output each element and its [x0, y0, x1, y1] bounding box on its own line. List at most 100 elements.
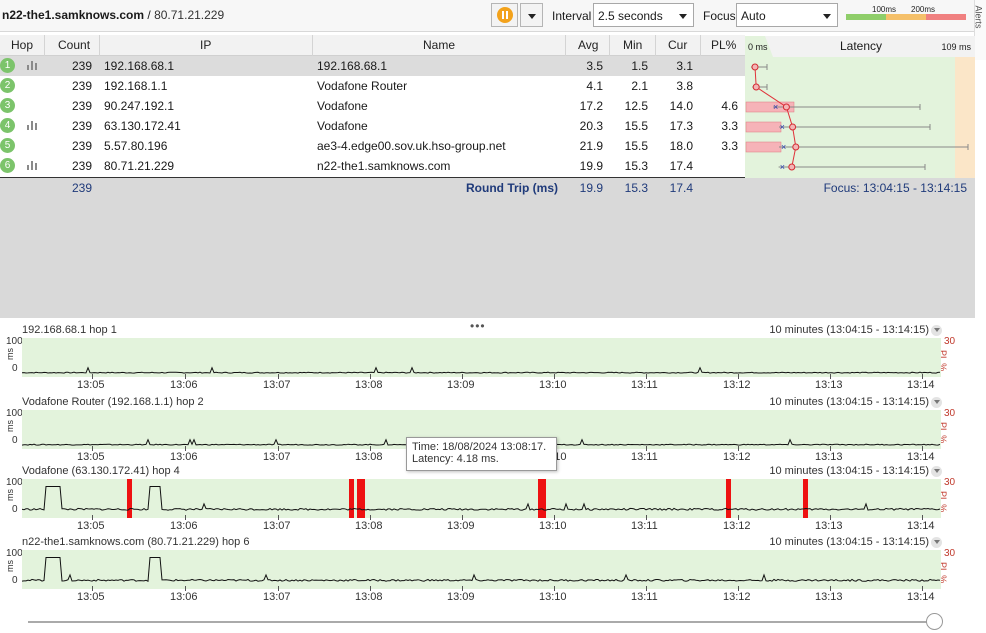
chart-plot-svg	[22, 479, 941, 518]
name-cell: 192.168.68.1	[317, 59, 388, 73]
latency-current-mark: ×	[780, 162, 785, 172]
name-cell: Vodafone	[317, 119, 368, 133]
chart-collapse-icon[interactable]	[931, 325, 942, 336]
legend-good	[846, 14, 886, 20]
latency-current-mark: ×	[781, 142, 786, 152]
chart-plot-area[interactable]	[22, 338, 941, 377]
chart-collapse-icon[interactable]	[931, 466, 942, 477]
col-ip[interactable]: IP	[200, 38, 211, 52]
x-axis-label: 13:09	[447, 520, 475, 532]
chart-plot-area[interactable]	[22, 550, 941, 589]
chart-title: Vodafone Router (192.168.1.1) hop 2	[22, 396, 204, 408]
min-cell: 15.5	[624, 119, 648, 133]
min-cell: 12.5	[624, 99, 648, 113]
rt-focus: Focus: 13:04:15 - 13:14:15	[823, 181, 967, 195]
bar-chart-icon[interactable]	[27, 161, 39, 170]
col-cur[interactable]: Cur	[668, 38, 687, 52]
chart-range: 10 minutes (13:04:15 - 13:14:15)	[769, 396, 929, 408]
pause-options-button[interactable]	[520, 3, 543, 27]
x-axis-label: 13:05	[77, 520, 105, 532]
table-row[interactable]: 5 239 5.57.80.196 ae3-4.edge00.sov.uk.hso-g…	[0, 136, 745, 156]
pl-axis-max: 30	[944, 548, 956, 559]
table-row[interactable]: 6 239 80.71.21.229 n22-the1.samknows.com 19.…	[0, 156, 745, 176]
interval-select[interactable]: 2.5 seconds	[593, 3, 694, 27]
col-count[interactable]: Count	[58, 38, 90, 52]
name-cell: Vodafone	[317, 99, 368, 113]
alerts-panel-tab[interactable]: Alerts	[974, 0, 986, 60]
x-axis-label: 13:06	[170, 379, 198, 391]
x-axis-label: 13:12	[723, 591, 751, 603]
hop-number-badge: 5	[0, 138, 15, 153]
alerts-label: Alerts	[973, 5, 984, 29]
latency-max-label: 109 ms	[941, 42, 971, 52]
latency-avg-point	[751, 63, 759, 71]
col-latency[interactable]: Latency	[840, 39, 882, 53]
min-cell: 15.5	[624, 139, 648, 153]
x-axis-label: 13:10	[539, 520, 567, 532]
pause-icon	[497, 7, 513, 23]
latency-series-line	[22, 557, 941, 582]
ip-cell: 90.247.192.1	[104, 99, 175, 113]
x-axis-label: 13:06	[170, 591, 198, 603]
toolbar: n22-the1.samknows.com / 80.71.21.229 Int…	[0, 0, 986, 32]
col-divider	[700, 35, 701, 56]
hop-number-badge: 4	[0, 118, 15, 133]
x-axis-label: 13:08	[355, 451, 383, 463]
col-hop[interactable]: Hop	[11, 38, 33, 52]
ip-cell: 192.168.1.1	[104, 79, 168, 93]
x-axis-label: 13:11	[631, 520, 658, 532]
col-divider	[565, 35, 566, 56]
bar-chart-icon[interactable]	[27, 121, 39, 130]
col-divider	[44, 35, 45, 56]
x-axis-label: 13:14	[907, 591, 935, 603]
avg-cell: 21.9	[579, 139, 603, 153]
table-row[interactable]: 4 239 63.130.172.41 Vodafone 20.3 15.5 17.3 3.3	[0, 116, 745, 136]
x-axis-label: 13:09	[447, 591, 475, 603]
latency-avg-point	[782, 103, 790, 111]
x-axis-label: 13:13	[815, 451, 843, 463]
legend-100-label: 100ms	[872, 5, 897, 14]
table-row[interactable]: 2 239 192.168.1.1 Vodafone Router 4.1 2.1 3.8	[0, 76, 745, 96]
y-axis-max: 100	[6, 477, 23, 488]
chart-plot-area[interactable]	[22, 479, 941, 518]
chevron-down-icon	[823, 14, 831, 19]
col-pl[interactable]: PL%	[711, 38, 736, 52]
hop-number-badge: 3	[0, 98, 15, 113]
table-row[interactable]: 1 239 192.168.68.1 192.168.68.1 3.5 1.5 3.1	[0, 56, 745, 76]
chart-collapse-icon[interactable]	[931, 397, 942, 408]
chart-tooltip: Time: 18/08/2024 13:08:17. Latency: 4.18…	[406, 437, 557, 471]
cur-cell: 3.8	[676, 79, 693, 93]
packet-loss-bar	[803, 479, 808, 518]
count-cell: 239	[71, 119, 92, 133]
chart-range: 10 minutes (13:04:15 - 13:14:15)	[769, 536, 929, 548]
y-axis-min: 0	[12, 504, 18, 515]
latency-avg-point	[788, 163, 796, 171]
rt-min: 15.3	[624, 181, 648, 195]
x-axis-label: 13:13	[815, 379, 843, 391]
interval-label: Interval	[552, 9, 592, 23]
y-axis-max: 100	[6, 408, 23, 419]
packet-loss-bar	[745, 141, 782, 153]
time-slider-thumb[interactable]	[926, 613, 943, 630]
col-avg[interactable]: Avg	[578, 38, 598, 52]
table-row[interactable]: 3 239 90.247.192.1 Vodafone 17.2 12.5 14.0 4.6	[0, 96, 745, 116]
pl-cell: 3.3	[721, 119, 738, 133]
bar-chart-icon[interactable]	[27, 61, 39, 70]
avg-cell: 4.1	[586, 79, 603, 93]
pause-button[interactable]	[491, 3, 518, 27]
focus-select[interactable]: Auto	[736, 3, 838, 27]
packet-loss-bar	[349, 479, 354, 518]
hop-number-badge: 2	[0, 78, 15, 93]
col-name[interactable]: Name	[423, 38, 455, 52]
latency-series-line	[22, 366, 941, 374]
tooltip-latency: Latency: 4.18 ms.	[412, 453, 499, 465]
target-ip: 80.71.21.229	[154, 8, 225, 22]
col-min[interactable]: Min	[623, 38, 642, 52]
time-slider-track[interactable]	[28, 621, 938, 623]
chevron-down-icon	[528, 14, 536, 19]
col-divider	[655, 35, 656, 56]
latency-min-label: 0 ms	[748, 42, 768, 52]
x-axis-label: 13:05	[77, 379, 105, 391]
x-axis-label: 13:08	[355, 379, 383, 391]
chart-collapse-icon[interactable]	[931, 537, 942, 548]
